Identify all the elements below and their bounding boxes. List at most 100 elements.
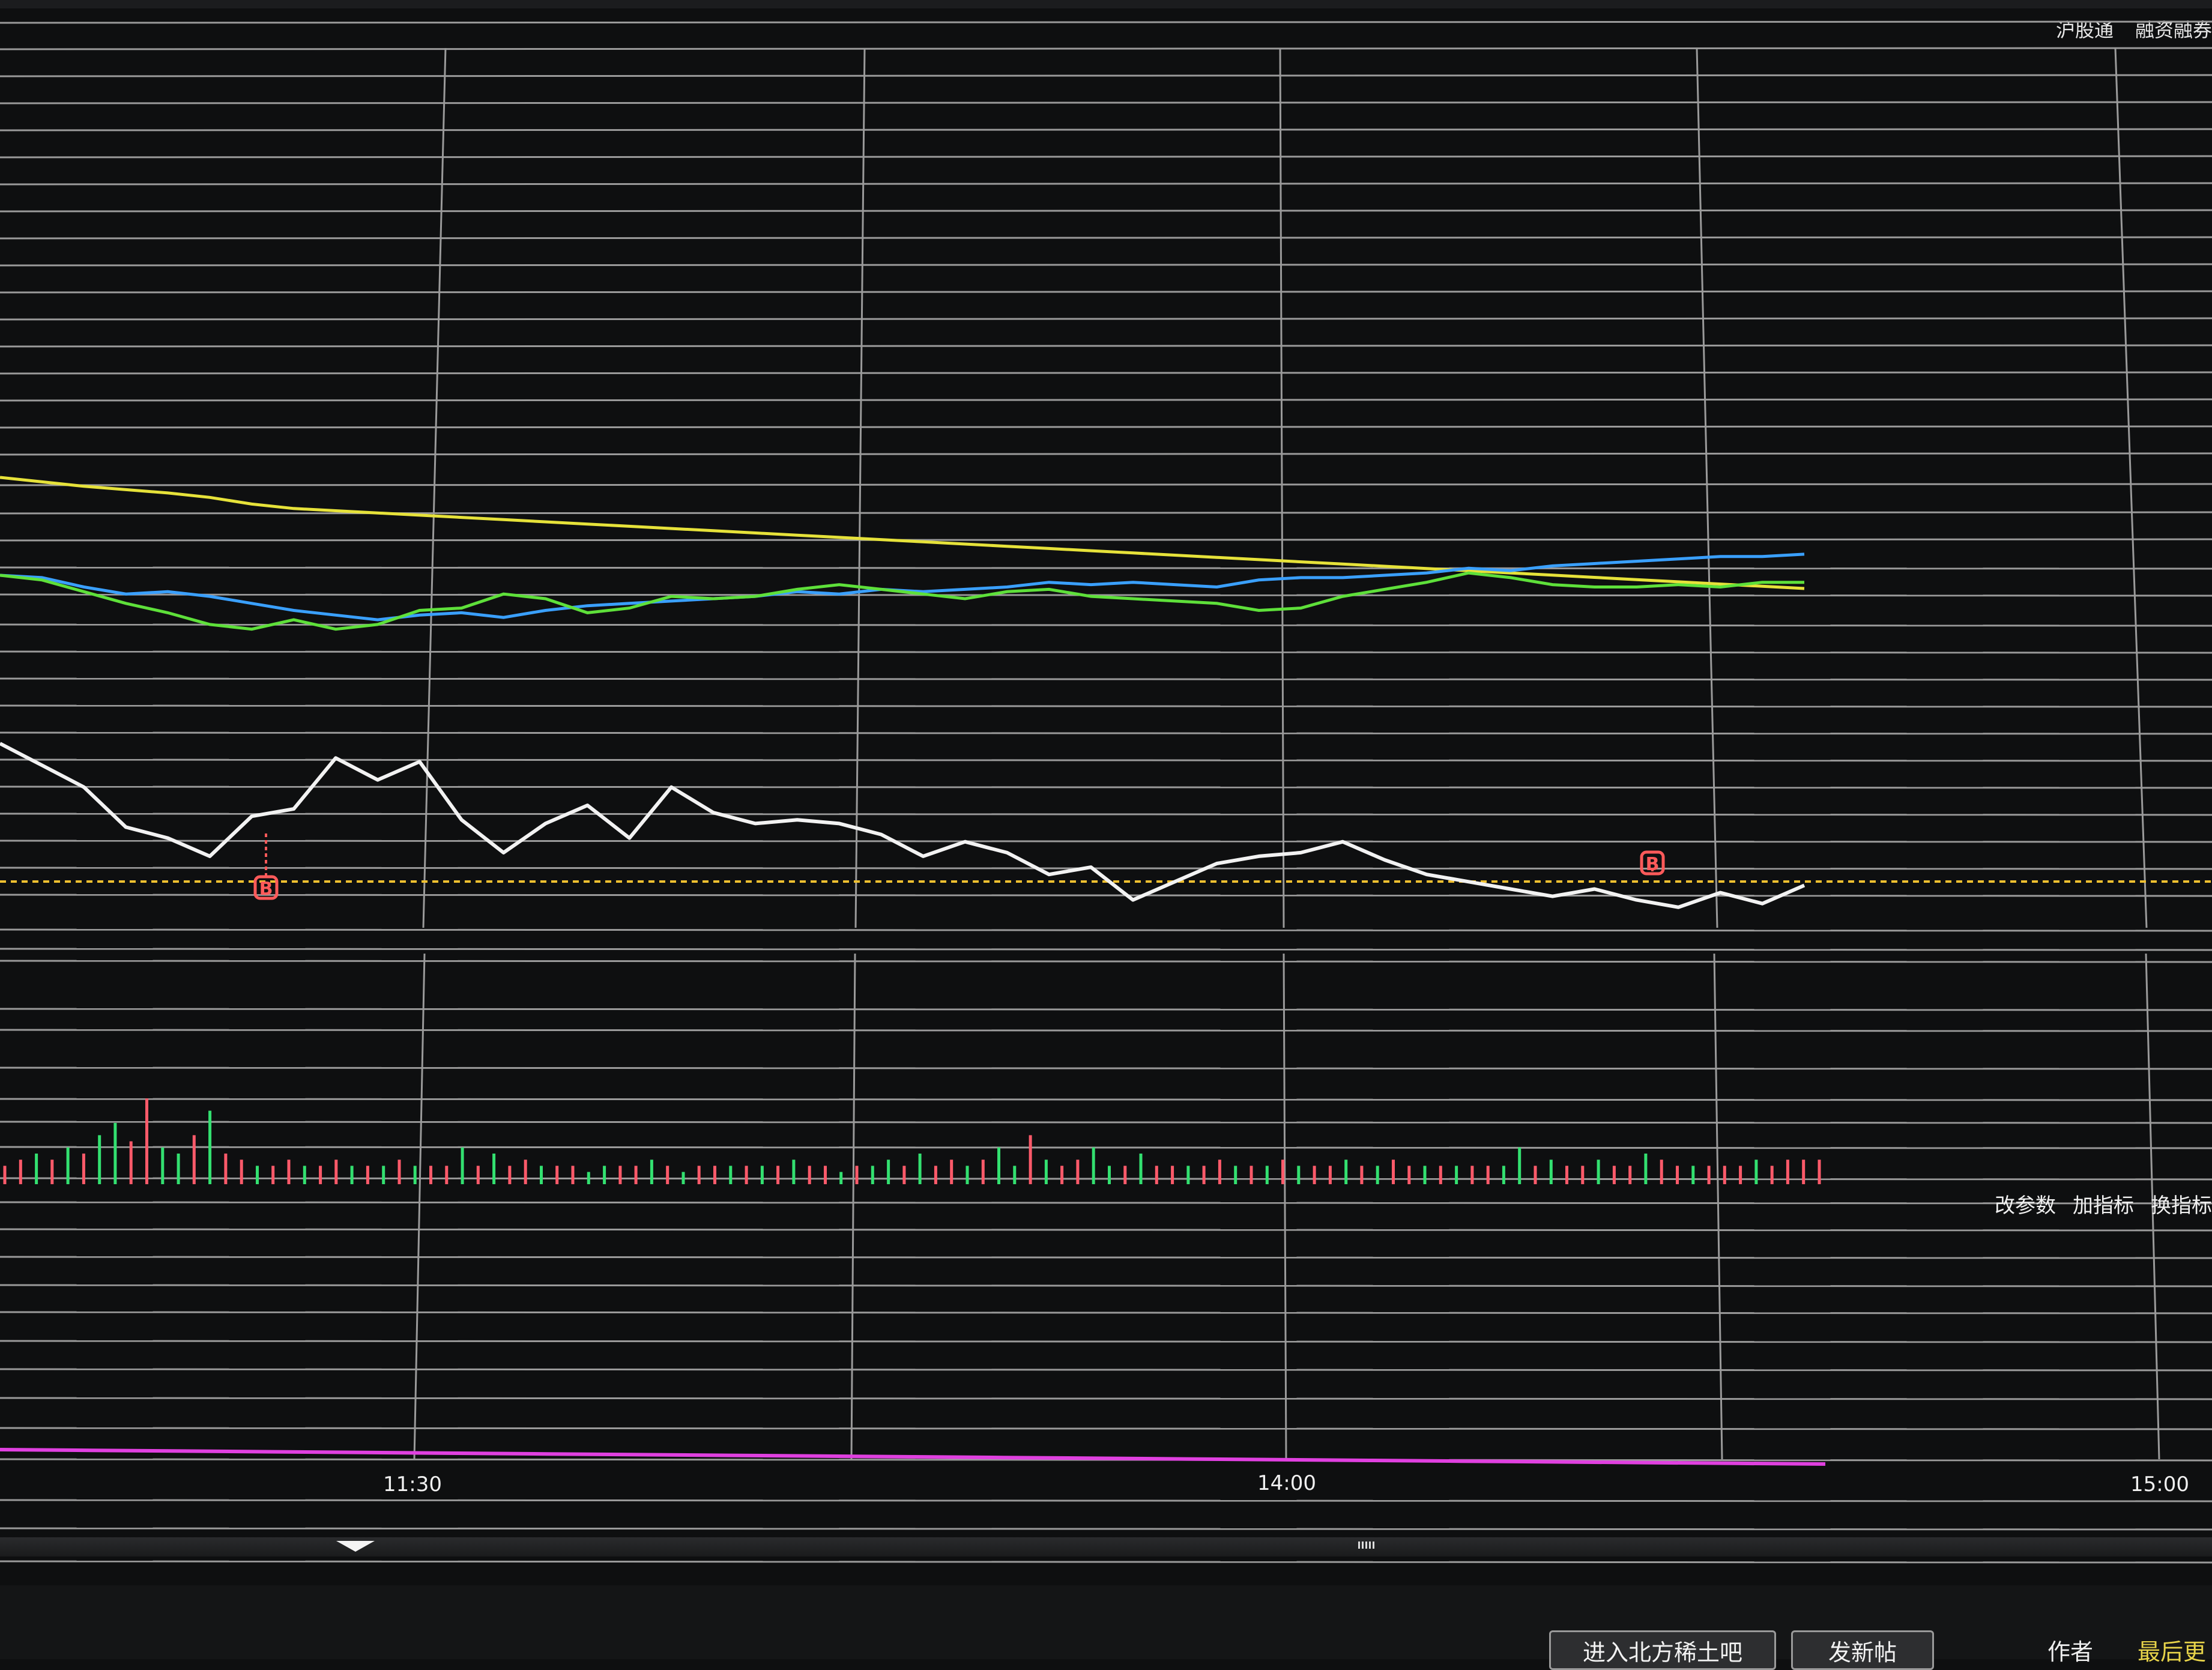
volume-bar [981, 1160, 985, 1184]
volume-bar [397, 1160, 401, 1184]
grid-hline [0, 483, 2212, 486]
add-indicator-link[interactable]: 加指标 [2073, 1189, 2134, 1218]
grid-hline [0, 677, 2212, 681]
grid-hline [0, 236, 2212, 240]
change-params-link[interactable]: 改参数 [1995, 1189, 2056, 1218]
last-reply-label: 最后更 [2138, 1639, 2207, 1665]
x-tick-1400: 14:00 [1257, 1471, 1316, 1495]
volume-bar [1628, 1166, 1632, 1184]
grid-hline [0, 74, 2212, 77]
volume-bar [1597, 1160, 1600, 1184]
volume-bar [1439, 1166, 1442, 1184]
time-scrollbar[interactable] [0, 1537, 2212, 1557]
volume-bar [603, 1166, 606, 1184]
volume-bar [208, 1110, 212, 1184]
volume-bar [350, 1166, 354, 1184]
grid-hline [0, 704, 2212, 708]
volume-bar [792, 1160, 796, 1184]
volume-bar [303, 1166, 306, 1184]
scroll-position-marker-icon[interactable] [336, 1541, 375, 1552]
volume-bar [287, 1160, 291, 1184]
grid-hline [0, 840, 2212, 843]
grid-hline [0, 960, 2212, 963]
volume-bar [1644, 1154, 1648, 1184]
intraday-chart: BB [0, 20, 2212, 1564]
scroll-grip-icon[interactable] [1358, 1541, 1375, 1549]
volume-bar [1250, 1166, 1253, 1184]
grid-hline [0, 1256, 2212, 1259]
grid-vline [1713, 953, 1723, 1460]
new-post-button[interactable]: 发新帖 [1791, 1630, 1934, 1670]
grid-hline [0, 511, 2212, 515]
grid-vline [1283, 953, 1287, 1460]
volume-bar [1281, 1160, 1284, 1184]
volume-bar [145, 1098, 148, 1184]
volume-bar [476, 1166, 480, 1184]
grid-hline [0, 1029, 2212, 1032]
grid-hline [0, 623, 2212, 627]
volume-bar [1123, 1166, 1127, 1184]
x-tick-1130: 11:30 [383, 1472, 442, 1496]
volume-bar [1660, 1160, 1663, 1184]
volume-bar [1739, 1166, 1742, 1184]
volume-bar [681, 1172, 685, 1184]
grid-hline [0, 1368, 2212, 1372]
volume-bar [1549, 1160, 1553, 1184]
volume-bar [1186, 1166, 1190, 1184]
volume-bar [839, 1172, 843, 1184]
grid-hline [0, 538, 2212, 542]
grid-hline [0, 650, 2212, 654]
indicator-line [0, 1448, 1826, 1466]
grid-hline [0, 1499, 2212, 1502]
switch-indicator-link[interactable]: 换指标 [2151, 1189, 2212, 1218]
volume-bar [50, 1160, 54, 1184]
grid-hline [0, 452, 2212, 456]
volume-bar [113, 1123, 117, 1184]
volume-bar [760, 1166, 764, 1184]
grid-hline [0, 1201, 2212, 1205]
volume-bar [587, 1172, 590, 1184]
volume-bar [1707, 1166, 1711, 1184]
volume-bar [19, 1160, 22, 1184]
ma-line-yellow [0, 476, 1805, 590]
volume-bar [1218, 1160, 1221, 1184]
volume-bar [871, 1166, 874, 1184]
grid-hline [0, 263, 2212, 267]
grid-hline [0, 1008, 2212, 1011]
grid-hline [0, 785, 2212, 789]
volume-bar [1029, 1135, 1032, 1184]
volume-bar [1470, 1166, 1474, 1184]
volume-bar [1297, 1166, 1301, 1184]
volume-bar [224, 1154, 228, 1184]
volume-bar [1202, 1166, 1206, 1184]
enter-forum-button[interactable]: 进入北方稀土吧 [1549, 1630, 1776, 1670]
volume-bar [950, 1160, 953, 1184]
grid-hline [0, 290, 2212, 294]
volume-bar [66, 1147, 70, 1184]
volume-bar [713, 1166, 716, 1184]
volume-bar [1723, 1166, 1726, 1184]
volume-bar [1786, 1160, 1789, 1184]
volume-bar [161, 1147, 165, 1184]
volume-bar [271, 1166, 275, 1184]
volume-bar [902, 1166, 906, 1184]
volume-bar [1234, 1166, 1237, 1184]
volume-bar [3, 1166, 7, 1184]
author-label: 作者 [2047, 1639, 2094, 1665]
volume-bar [1534, 1166, 1537, 1184]
grid-hline [0, 1527, 2212, 1531]
volume-bar [1108, 1166, 1111, 1184]
volume-bar [1013, 1166, 1017, 1184]
volume-bar [1139, 1154, 1143, 1184]
grid-hline [0, 948, 2212, 951]
volume-bar [997, 1147, 1000, 1184]
grid-hline [0, 1121, 2212, 1124]
volume-bar [650, 1160, 653, 1184]
volume-bar [492, 1154, 496, 1184]
grid-hline [0, 593, 2212, 597]
grid-hline [0, 317, 2212, 321]
volume-bar [256, 1166, 259, 1184]
grid-hline [0, 894, 2212, 897]
volume-bar [1455, 1166, 1458, 1184]
grid-hline [0, 1177, 2212, 1181]
